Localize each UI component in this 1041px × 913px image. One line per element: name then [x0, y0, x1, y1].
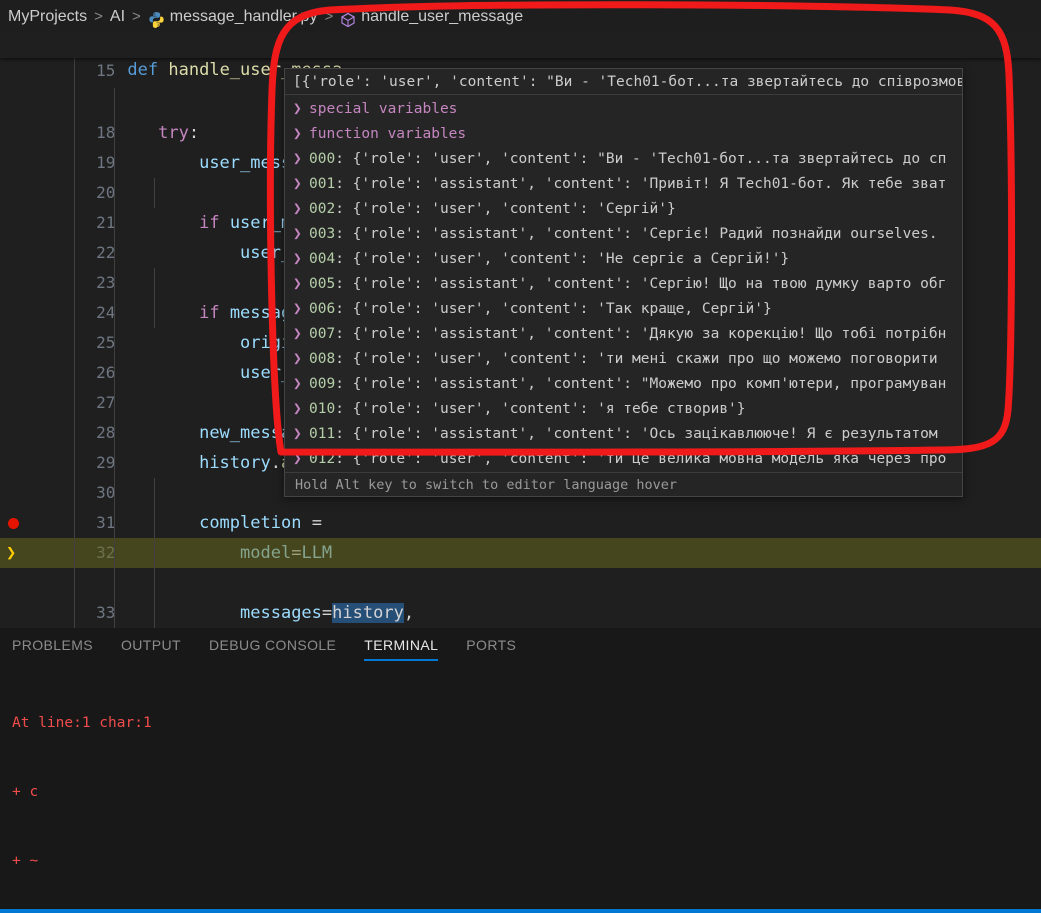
hover-row-label: {'role': 'user', 'content': 'Не сергіє а… — [352, 251, 790, 267]
hover-row-index: 010 — [309, 401, 336, 417]
hover-row-label: {'role': 'user', 'content': 'ти мені ска… — [352, 351, 938, 367]
terminal-line: At line:1 char:1 — [12, 715, 152, 731]
hover-row-index: 012 — [309, 451, 336, 467]
terminal-output[interactable]: At line:1 char:1 + c + ~ + CategoryInfo … — [0, 662, 1041, 911]
hover-row-label: {'role': 'user', 'content': 'я тебе ство… — [352, 401, 746, 417]
hover-row-index: 005 — [309, 276, 336, 292]
sticky-scroll-header[interactable]: 15 def handle_user_messa — [0, 33, 1041, 80]
chevron-right-icon[interactable]: ❯ — [293, 122, 309, 147]
hover-footer-hint: Hold Alt key to switch to editor languag… — [285, 472, 962, 496]
hover-row-label: special variables — [309, 101, 458, 117]
breadcrumb-separator: > — [324, 8, 334, 25]
panel-tab-bar[interactable]: PROBLEMS OUTPUT DEBUG CONSOLE TERMINAL P… — [0, 628, 1041, 662]
chevron-right-icon[interactable]: ❯ — [293, 272, 309, 297]
chevron-right-icon[interactable]: ❯ — [293, 422, 309, 447]
bottom-panel[interactable]: PROBLEMS OUTPUT DEBUG CONSOLE TERMINAL P… — [0, 628, 1041, 913]
hover-row-label: {'role': 'assistant', 'content': 'Сергіє… — [352, 226, 938, 242]
hover-row-001[interactable]: ❯ 001: {'role': 'assistant', 'content': '… — [285, 172, 962, 197]
hover-row-005[interactable]: ❯ 005: {'role': 'assistant', 'content': '… — [285, 272, 962, 297]
tab-terminal[interactable]: TERMINAL — [364, 628, 439, 662]
hover-row-index: 007 — [309, 326, 336, 342]
status-bar[interactable] — [0, 909, 1041, 913]
hover-row-label: {'role': 'assistant', 'content': 'Сергію… — [352, 276, 947, 292]
tab-output[interactable]: OUTPUT — [121, 628, 181, 662]
hover-row-function-variables[interactable]: ❯ function variables — [285, 122, 962, 147]
code-line[interactable]: 33 messages=history, — [0, 508, 1041, 623]
chevron-right-icon[interactable]: ❯ — [293, 322, 309, 347]
hover-row-index: 011 — [309, 426, 336, 442]
hover-row-label: {'role': 'user', 'content': 'ти це велик… — [352, 451, 947, 467]
code-line-current[interactable]: ❯ 34 temperature=BOT_TEMPERATURE, — [0, 538, 1041, 568]
hover-row-007[interactable]: ❯ 007: {'role': 'assistant', 'content': '… — [285, 322, 962, 347]
hover-row-006[interactable]: ❯ 006: {'role': 'user', 'content': 'Так к… — [285, 297, 962, 322]
breadcrumb-item-file[interactable]: message_handler.py — [170, 8, 318, 26]
hover-row-index: 000 — [309, 151, 336, 167]
symbol-method-icon — [340, 12, 356, 28]
chevron-right-icon[interactable]: ❯ — [293, 372, 309, 397]
breadcrumb-item-ai[interactable]: AI — [110, 8, 125, 26]
hover-row-010[interactable]: ❯ 010: {'role': 'user', 'content': 'я теб… — [285, 397, 962, 422]
tab-problems[interactable]: PROBLEMS — [12, 628, 93, 662]
hover-row-index: 008 — [309, 351, 336, 367]
chevron-right-icon[interactable]: ❯ — [293, 222, 309, 247]
breadcrumb-separator: > — [132, 8, 141, 25]
hover-row-009[interactable]: ❯ 009: {'role': 'assistant', 'content': "… — [285, 372, 962, 397]
chevron-right-icon[interactable]: ❯ — [293, 447, 309, 472]
hover-row-index: 009 — [309, 376, 336, 392]
chevron-right-icon[interactable]: ❯ — [293, 197, 309, 222]
hover-row-label: {'role': 'user', 'content': 'Сергій'} — [352, 201, 676, 217]
code-editor[interactable]: 15 def handle_user_messa 18 try: 19 user_… — [0, 33, 1041, 628]
hover-row-label: {'role': 'assistant', 'content': 'Ось за… — [352, 426, 938, 442]
hover-row-index: 003 — [309, 226, 336, 242]
breakpoint-marker[interactable] — [8, 518, 19, 529]
tab-ports[interactable]: PORTS — [466, 628, 516, 662]
hover-row-000[interactable]: ❯ 000: {'role': 'user', 'content': "Ви - … — [285, 147, 962, 172]
code-line[interactable]: 36 max_tokens=MAX_TOKENS, — [0, 598, 1041, 628]
chevron-right-icon[interactable]: ❯ — [293, 347, 309, 372]
line-number: 15 — [96, 61, 116, 80]
breadcrumb-item-symbol[interactable]: handle_user_message — [361, 8, 523, 26]
hover-row-index: 001 — [309, 176, 336, 192]
tab-debug-console[interactable]: DEBUG CONSOLE — [209, 628, 336, 662]
hover-row-label: {'role': 'user', 'content': "Ви - 'Tech0… — [352, 151, 947, 167]
chevron-right-icon[interactable]: ❯ — [293, 172, 309, 197]
hover-row-label: {'role': 'assistant', 'content': 'Привіт… — [352, 176, 947, 192]
debug-hover-popup[interactable]: [{'role': 'user', 'content': "Ви - 'Tech… — [284, 68, 963, 497]
terminal-line: + ~ — [12, 853, 39, 869]
hover-variable-list[interactable]: ❯ special variables ❯ function variables ❯… — [285, 95, 962, 472]
hover-row-008[interactable]: ❯ 008: {'role': 'user', 'content': 'ти ме… — [285, 347, 962, 372]
hover-row-label: {'role': 'user', 'content': 'Так краще, … — [352, 301, 772, 317]
hover-row-index: 004 — [309, 251, 336, 267]
hover-row-003[interactable]: ❯ 003: {'role': 'assistant', 'content': '… — [285, 222, 962, 247]
hover-row-label: {'role': 'assistant', 'content': 'Дякую … — [352, 326, 947, 342]
breadcrumb: MyProjects > AI > message_handler.py > h… — [0, 0, 1041, 33]
hover-header: [{'role': 'user', 'content': "Ви - 'Tech… — [285, 69, 962, 95]
hover-row-004[interactable]: ❯ 004: {'role': 'user', 'content': 'Не се… — [285, 247, 962, 272]
python-file-icon — [148, 11, 165, 28]
breadcrumb-separator: > — [94, 8, 103, 25]
hover-row-index: 006 — [309, 301, 336, 317]
hover-row-label: {'role': 'assistant', 'content': "Можемо… — [352, 376, 947, 392]
chevron-right-icon[interactable]: ❯ — [293, 147, 309, 172]
code-line[interactable]: 35 stream=True, — [0, 568, 1041, 598]
hover-row-012[interactable]: ❯ 012: {'role': 'user', 'content': 'ти це… — [285, 447, 962, 472]
terminal-line: + c — [12, 784, 39, 800]
hover-row-002[interactable]: ❯ 002: {'role': 'user', 'content': 'Сергі… — [285, 197, 962, 222]
chevron-right-icon[interactable]: ❯ — [293, 297, 309, 322]
hover-row-label: function variables — [309, 126, 467, 142]
breadcrumb-item-myprojects[interactable]: MyProjects — [8, 8, 87, 26]
chevron-right-icon[interactable]: ❯ — [293, 247, 309, 272]
hover-row-011[interactable]: ❯ 011: {'role': 'assistant', 'content': '… — [285, 422, 962, 447]
chevron-right-icon[interactable]: ❯ — [293, 97, 309, 122]
hover-row-index: 002 — [309, 201, 336, 217]
chevron-right-icon[interactable]: ❯ — [293, 397, 309, 422]
debug-current-line-arrow: ❯ — [6, 543, 17, 563]
hover-row-special-variables[interactable]: ❯ special variables — [285, 97, 962, 122]
